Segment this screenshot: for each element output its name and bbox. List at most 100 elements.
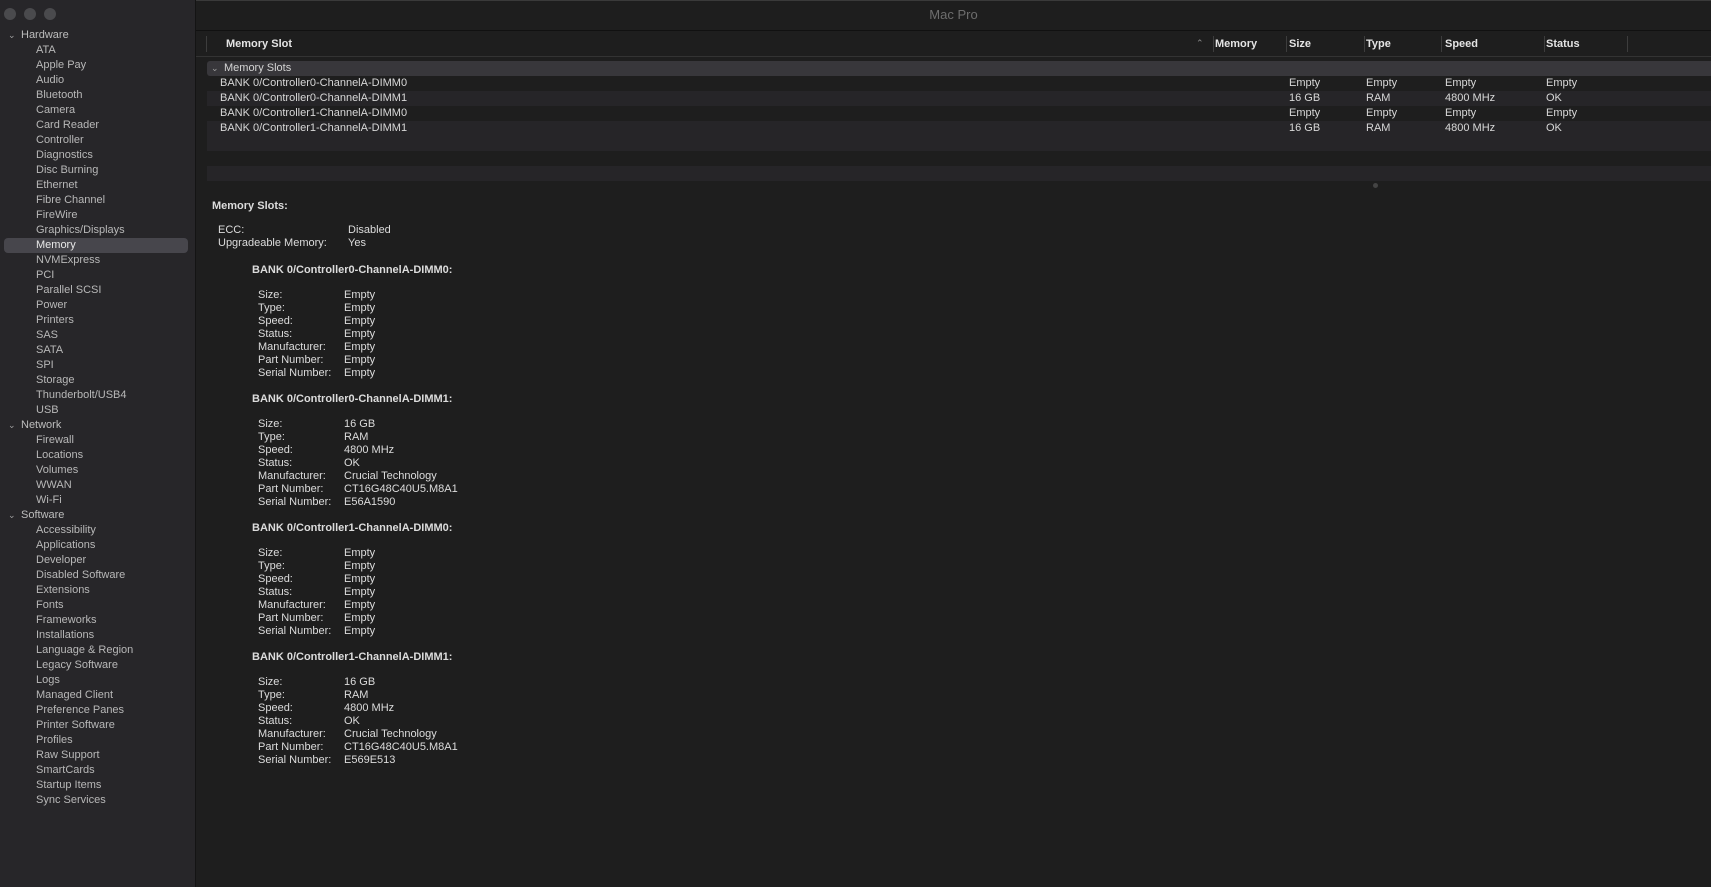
sidebar-item-fonts[interactable]: Fonts (4, 598, 188, 613)
sidebar-item-managed-client[interactable]: Managed Client (4, 688, 188, 703)
sidebar-item-spi[interactable]: SPI (4, 358, 188, 373)
sidebar-item-disabled-software[interactable]: Disabled Software (4, 568, 188, 583)
sidebar-item-wi-fi[interactable]: Wi-Fi (4, 493, 188, 508)
sidebar-item-parallel-scsi[interactable]: Parallel SCSI (4, 283, 188, 298)
bank-field-row: Status: Empty (258, 328, 1212, 341)
sidebar-item-raw-support[interactable]: Raw Support (4, 748, 188, 763)
table-row[interactable]: BANK 0/Controller0-ChannelA-DIMM0 Empty Em… (207, 76, 1711, 91)
sidebar-item-controller[interactable]: Controller (4, 133, 188, 148)
bank-field-value: Empty (344, 341, 376, 353)
sidebar-item-developer[interactable]: Developer (4, 553, 188, 568)
column-header-memory[interactable]: Memory (1215, 31, 1257, 57)
sidebar-item-wwan[interactable]: WWAN (4, 478, 188, 493)
sidebar-item-audio[interactable]: Audio (4, 73, 188, 88)
window-title: Mac Pro (929, 7, 978, 22)
zoom-window-button[interactable] (44, 8, 56, 20)
sidebar-item-diagnostics[interactable]: Diagnostics (4, 148, 188, 163)
cell-type: RAM (1366, 92, 1391, 104)
sidebar-item-startup-items[interactable]: Startup Items (4, 778, 188, 793)
sidebar-item-locations[interactable]: Locations (4, 448, 188, 463)
sidebar-item-logs[interactable]: Logs (4, 673, 188, 688)
sidebar-item-installations[interactable]: Installations (4, 628, 188, 643)
cell-size: 16 GB (1289, 92, 1321, 104)
sidebar-item-applications[interactable]: Applications (4, 538, 188, 553)
sidebar-item-sas[interactable]: SAS (4, 328, 188, 343)
bank-field-row: Part Number: CT16G48C40U5.M8A1 (258, 483, 1212, 496)
bank-field-value: 4800 MHz (344, 702, 395, 714)
bank-field-value: Empty (344, 328, 376, 340)
sidebar-item-memory[interactable]: Memory (4, 238, 188, 253)
sidebar-item-extensions[interactable]: Extensions (4, 583, 188, 598)
bank-field-value: Empty (344, 367, 376, 379)
bank-field-key: Type: (258, 689, 285, 701)
sidebar-section-software[interactable]: ⌄ Software (4, 508, 188, 523)
cell-slot: BANK 0/Controller0-ChannelA-DIMM0 (220, 77, 408, 89)
table-row[interactable]: BANK 0/Controller0-ChannelA-DIMM1 16 GB RA… (207, 91, 1711, 106)
sidebar-item-printers[interactable]: Printers (4, 313, 188, 328)
chevron-down-icon[interactable]: ⌄ (8, 508, 16, 523)
sidebar-item-ethernet[interactable]: Ethernet (4, 178, 188, 193)
sidebar-item-graphics-displays[interactable]: Graphics/Displays (4, 223, 188, 238)
sidebar-item-bluetooth[interactable]: Bluetooth (4, 88, 188, 103)
sidebar-item-card-reader[interactable]: Card Reader (4, 118, 188, 133)
bank-field-value: 16 GB (344, 676, 376, 688)
sidebar-item-pci[interactable]: PCI (4, 268, 188, 283)
sidebar-item-language-region[interactable]: Language & Region (4, 643, 188, 658)
sidebar-item-accessibility[interactable]: Accessibility (4, 523, 188, 538)
close-window-button[interactable] (4, 8, 16, 20)
bank-field-value: RAM (344, 689, 369, 701)
bank-field-key: Serial Number: (258, 367, 332, 379)
sidebar-item-legacy-software[interactable]: Legacy Software (4, 658, 188, 673)
cell-type: Empty (1366, 77, 1398, 89)
column-header-memory-slot[interactable]: Memory Slot (226, 31, 292, 57)
sidebar-item-power[interactable]: Power (4, 298, 188, 313)
sidebar-item-fibre-channel[interactable]: Fibre Channel (4, 193, 188, 208)
chevron-down-icon[interactable]: ⌄ (211, 61, 219, 76)
sidebar-item-printer-software[interactable]: Printer Software (4, 718, 188, 733)
bank-field-key: Type: (258, 302, 285, 314)
column-header-size[interactable]: Size (1289, 31, 1311, 57)
bank-field-key: Size: (258, 676, 283, 688)
split-view-handle[interactable] (1373, 183, 1378, 188)
sidebar-item-firewire[interactable]: FireWire (4, 208, 188, 223)
table-row[interactable]: BANK 0/Controller1-ChannelA-DIMM1 16 GB RA… (207, 121, 1711, 136)
column-header-speed[interactable]: Speed (1445, 31, 1478, 57)
bank-field-key: Type: (258, 431, 285, 443)
sidebar-item-nvmexpress[interactable]: NVMExpress (4, 253, 188, 268)
sidebar-item-camera[interactable]: Camera (4, 103, 188, 118)
sidebar-item-volumes[interactable]: Volumes (4, 463, 188, 478)
column-header-status[interactable]: Status (1546, 31, 1580, 57)
group-row-memory-slots[interactable]: ⌄ Memory Slots (207, 61, 1711, 76)
cell-slot: BANK 0/Controller1-ChannelA-DIMM1 (220, 122, 408, 134)
sidebar-item-ata[interactable]: ATA (4, 43, 188, 58)
bank-field-key: Speed: (258, 702, 293, 714)
chevron-down-icon[interactable]: ⌄ (8, 28, 16, 43)
sidebar-item-smartcards[interactable]: SmartCards (4, 763, 188, 778)
sidebar-item-thunderbolt-usb4[interactable]: Thunderbolt/USB4 (4, 388, 188, 403)
sidebar-item-apple-pay[interactable]: Apple Pay (4, 58, 188, 73)
bank-field-key: Size: (258, 418, 283, 430)
table-row[interactable]: BANK 0/Controller1-ChannelA-DIMM0 Empty Em… (207, 106, 1711, 121)
chevron-down-icon[interactable]: ⌄ (8, 418, 16, 433)
column-header-type[interactable]: Type (1366, 31, 1391, 57)
minimize-window-button[interactable] (24, 8, 36, 20)
cell-status: Empty (1546, 77, 1578, 89)
sidebar-item-sync-services[interactable]: Sync Services (4, 793, 188, 808)
sidebar-item-disc-burning[interactable]: Disc Burning (4, 163, 188, 178)
cell-size: Empty (1289, 107, 1321, 119)
bank-field-value: Crucial Technology (344, 470, 437, 482)
sidebar-section-hardware[interactable]: ⌄ Hardware (4, 28, 188, 43)
bank-field-row: Serial Number: E56A1590 (258, 496, 1212, 509)
sidebar-item-preference-panes[interactable]: Preference Panes (4, 703, 188, 718)
sidebar-item-profiles[interactable]: Profiles (4, 733, 188, 748)
sidebar-item-storage[interactable]: Storage (4, 373, 188, 388)
sidebar-item-firewall[interactable]: Firewall (4, 433, 188, 448)
bank-field-row: Part Number: CT16G48C40U5.M8A1 (258, 741, 1212, 754)
sidebar-section-network[interactable]: ⌄ Network (4, 418, 188, 433)
bank-field-value: OK (344, 457, 360, 469)
sidebar-item-frameworks[interactable]: Frameworks (4, 613, 188, 628)
sidebar-item-sata[interactable]: SATA (4, 343, 188, 358)
sidebar-item-usb[interactable]: USB (4, 403, 188, 418)
bank-field-row: Part Number: Empty (258, 612, 1212, 625)
bank-field-value: 16 GB (344, 418, 376, 430)
